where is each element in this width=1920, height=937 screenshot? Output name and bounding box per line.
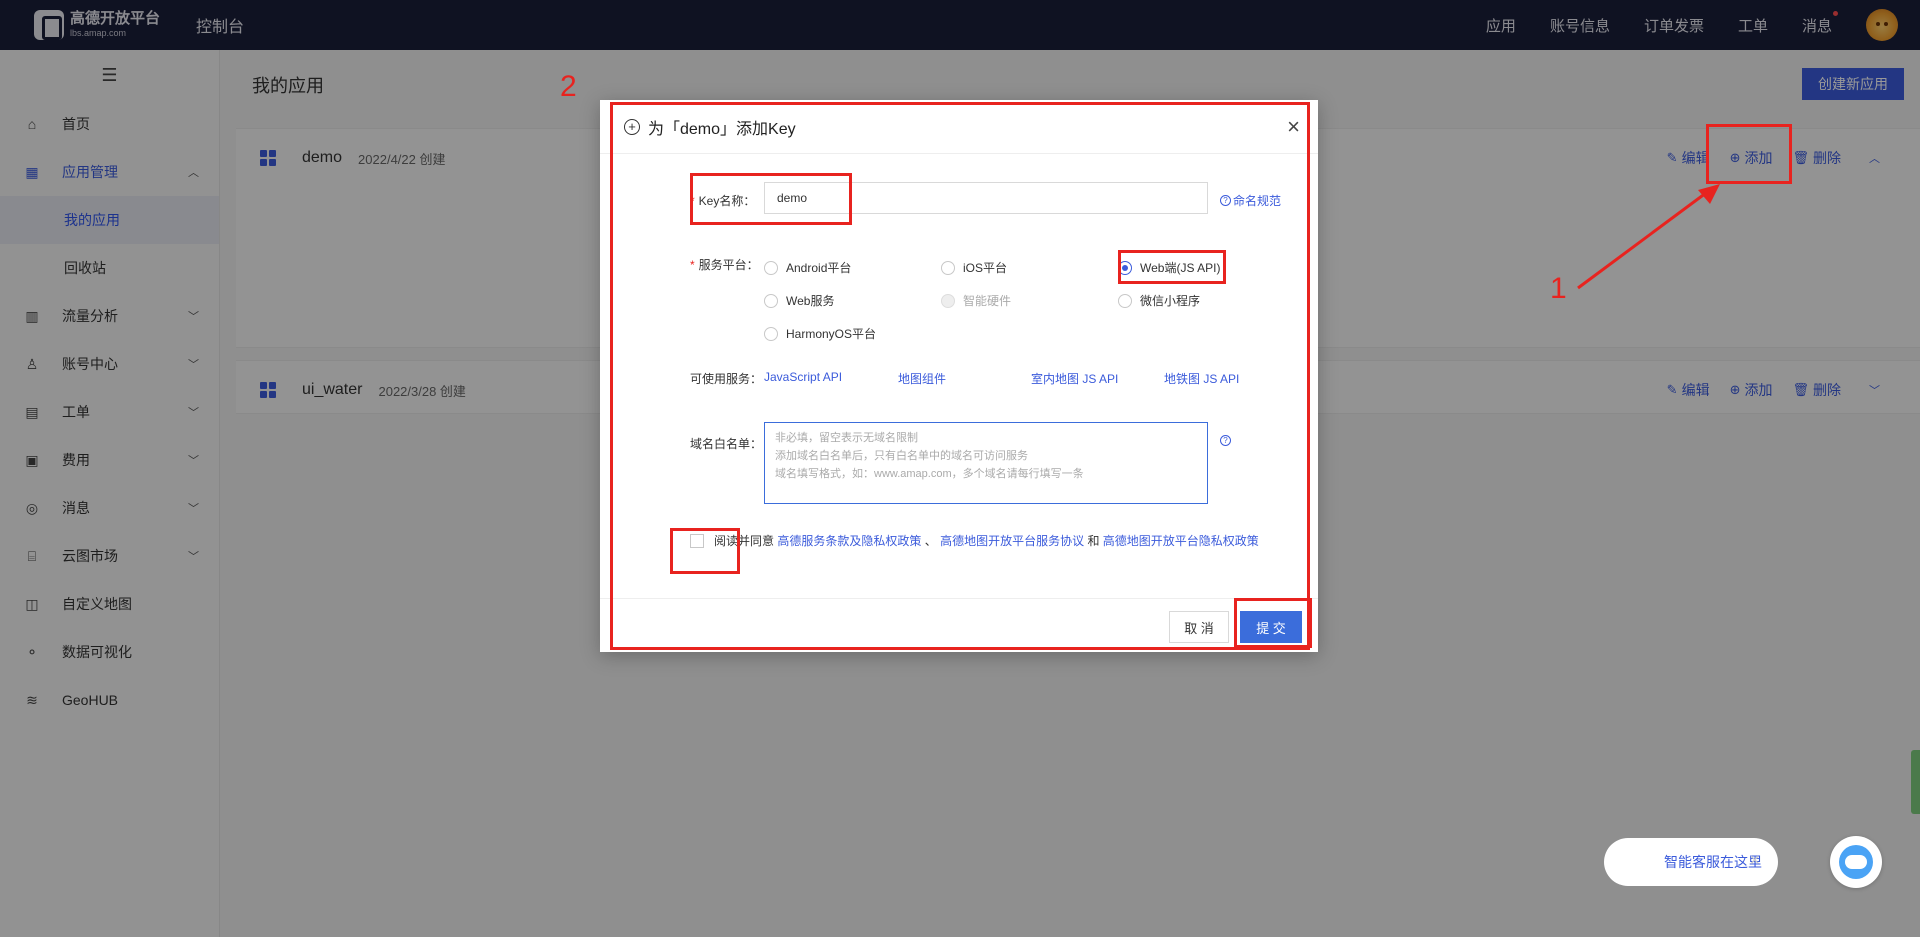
annotation-box-dialog [610, 102, 1310, 650]
annotation-step-1: 1 [1550, 272, 1567, 305]
annotation-arrow [1577, 184, 1720, 290]
annotation-box-add [1706, 124, 1792, 184]
annotation-step-2: 2 [560, 70, 577, 103]
chat-prompt[interactable]: 智能客服在这里 × [1604, 838, 1778, 886]
close-icon[interactable]: × [1749, 850, 1760, 871]
chatbot-avatar[interactable] [1830, 836, 1882, 888]
robot-icon [1839, 845, 1873, 879]
side-drawer-handle[interactable] [1911, 750, 1920, 814]
